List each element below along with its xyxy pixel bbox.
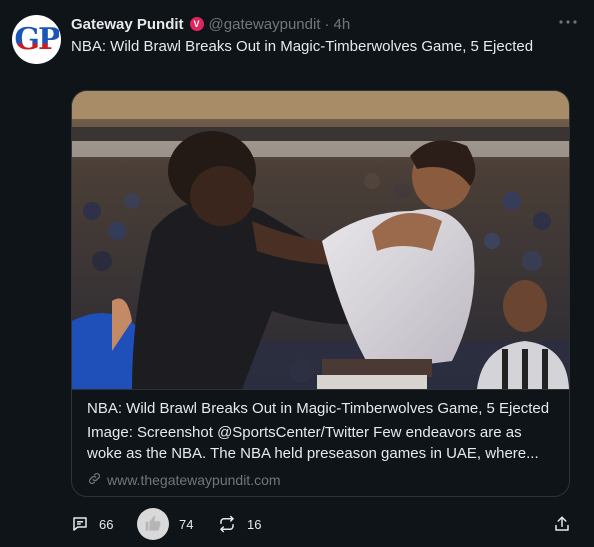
card-body[interactable]: NBA: Wild Brawl Breaks Out in Magic-Timb… — [72, 389, 569, 496]
author-handle[interactable]: @gatewaypundit — [209, 16, 321, 33]
like-button[interactable]: 74 — [137, 508, 193, 540]
reply-count: 66 — [99, 516, 114, 532]
post[interactable]: GP Gateway Pundit V @gatewaypundit · 4h … — [0, 0, 594, 547]
repost-button[interactable]: 16 — [217, 508, 261, 540]
repost-count: 16 — [247, 516, 262, 532]
reply-icon — [71, 515, 89, 533]
link-icon — [87, 471, 107, 489]
timestamp[interactable]: 4h — [334, 16, 351, 33]
card-description: Image: Screenshot @SportsCenter/Twitter … — [87, 424, 539, 462]
link-card[interactable]: NBA: Wild Brawl Breaks Out in Magic-Timb… — [71, 90, 570, 497]
avatar-logo: GP — [14, 21, 60, 57]
author-name[interactable]: Gateway Pundit — [71, 16, 184, 33]
verified-badge-icon: V — [189, 17, 204, 31]
post-header: Gateway Pundit V @gatewaypundit · 4h — [71, 14, 350, 34]
post-text: NBA: Wild Brawl Breaks Out in Magic-Timb… — [71, 38, 534, 55]
share-icon — [553, 515, 571, 533]
repost-icon — [217, 515, 237, 533]
avatar[interactable]: GP — [12, 15, 61, 64]
action-bar: 66 74 16 — [71, 508, 581, 540]
share-button[interactable] — [553, 508, 571, 540]
like-icon — [137, 508, 169, 540]
more-options-button[interactable] — [558, 12, 578, 32]
separator: · — [324, 15, 330, 33]
card-image[interactable] — [72, 91, 569, 389]
card-title[interactable]: NBA: Wild Brawl Breaks Out in Magic-Timb… — [87, 400, 549, 417]
more-icon — [559, 20, 577, 24]
card-domain[interactable]: www.thegatewaypundit.com — [87, 471, 281, 489]
card-domain-text: www.thegatewaypundit.com — [107, 472, 281, 488]
reply-button[interactable]: 66 — [71, 508, 113, 540]
like-count: 74 — [179, 516, 194, 532]
